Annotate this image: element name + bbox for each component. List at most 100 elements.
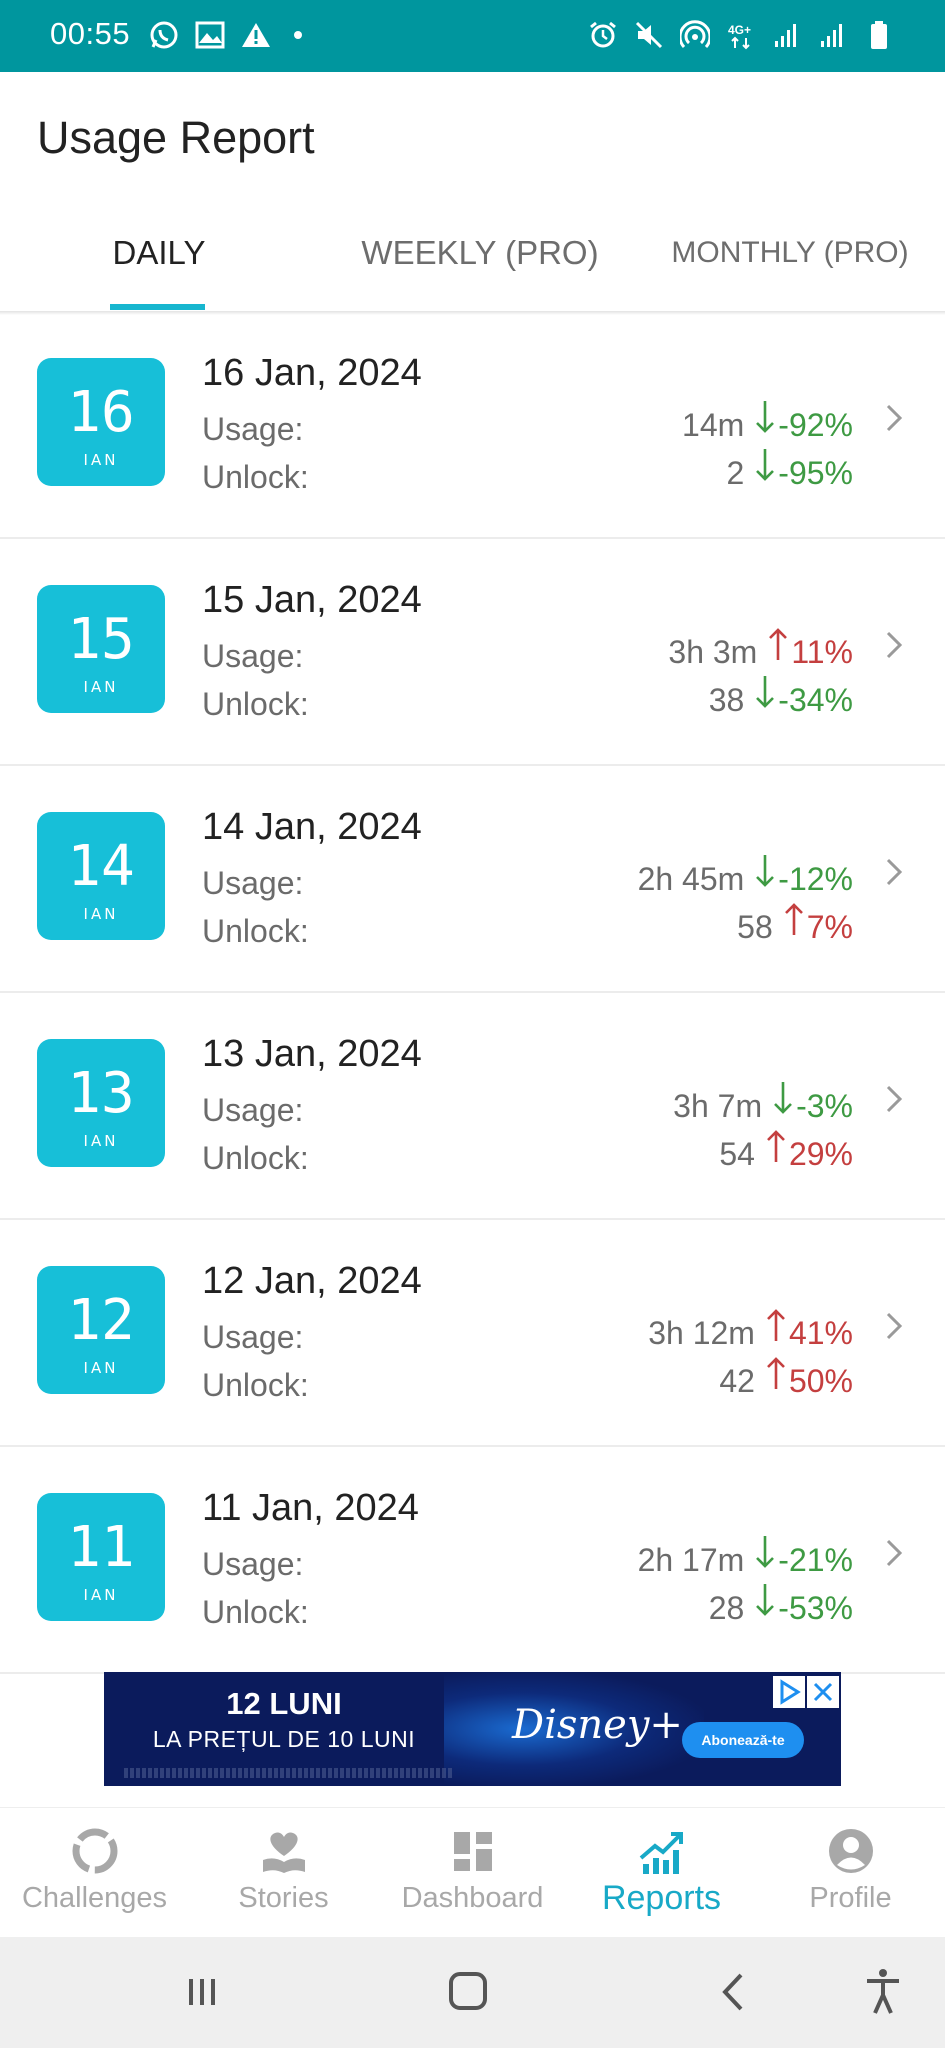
- stories-icon: [263, 1832, 305, 1873]
- usage-change: -92%: [778, 407, 853, 443]
- nav-profile[interactable]: Profile: [756, 1808, 945, 1938]
- arrow-up-icon: [767, 1309, 785, 1341]
- unlock-stat: 58 7%: [737, 903, 853, 946]
- badge-month: IAN: [83, 905, 119, 923]
- report-row[interactable]: 11 IAN 11 Jan, 2024 Usage: Unlock: 2h 17m -21%…: [0, 1447, 945, 1674]
- badge-day: 16: [67, 380, 135, 445]
- usage-label: Usage:: [202, 1319, 304, 1355]
- ad-banner[interactable]: 12 LUNI LA PREȚUL DE 10 LUNI Disney+ Abo…: [104, 1672, 841, 1786]
- svg-text:4G+: 4G+: [728, 23, 751, 37]
- nav-label: Profile: [809, 1882, 892, 1914]
- dashboard-icon: [454, 1832, 492, 1871]
- unlock-stat: 38 -34%: [709, 676, 853, 719]
- usage-change: -3%: [796, 1088, 853, 1124]
- chevron-right-icon[interactable]: [883, 854, 905, 890]
- nav-challenges[interactable]: Challenges: [0, 1808, 189, 1938]
- status-bar: 00:55 4G+: [0, 0, 945, 72]
- recent-apps-icon[interactable]: [172, 1967, 232, 2017]
- badge-day: 15: [67, 607, 135, 672]
- date-badge: 11 IAN: [37, 1493, 165, 1621]
- unlock-change: 50%: [788, 1363, 853, 1399]
- arrow-up-icon: [767, 1357, 785, 1389]
- nav-label: Reports: [601, 1879, 722, 1917]
- usage-stat: 3h 7m -3%: [673, 1082, 853, 1125]
- report-row[interactable]: 14 IAN 14 Jan, 2024 Usage: Unlock: 2h 45m -12%…: [0, 766, 945, 993]
- report-date: 11 Jan, 2024: [202, 1487, 419, 1529]
- usage-label: Usage:: [202, 411, 304, 447]
- nav-stories[interactable]: Stories: [189, 1808, 378, 1938]
- chevron-right-icon[interactable]: [883, 1308, 905, 1344]
- system-navigation-bar: [0, 1937, 945, 2048]
- unlock-change: -34%: [778, 682, 853, 718]
- report-date: 15 Jan, 2024: [202, 579, 422, 621]
- arrow-up-icon: [784, 903, 803, 935]
- report-date: 14 Jan, 2024: [202, 806, 422, 848]
- unlock-change: 29%: [788, 1136, 853, 1172]
- usage-value: 3h 3m: [668, 634, 758, 670]
- report-row[interactable]: 15 IAN 15 Jan, 2024 Usage: Unlock: 3h 3m 11% 38…: [0, 539, 945, 766]
- chevron-right-icon[interactable]: [883, 627, 905, 663]
- ad-brand-logo: Disney+: [512, 1702, 683, 1748]
- alarm-icon: [587, 18, 619, 52]
- report-date: 16 Jan, 2024: [202, 352, 422, 394]
- arrow-up-icon: [767, 1130, 785, 1162]
- status-time: 00:55: [50, 16, 131, 51]
- usage-change: -12%: [778, 861, 853, 897]
- usage-value: 2h 17m: [637, 1542, 745, 1578]
- badge-day: 11: [67, 1515, 135, 1580]
- tab-weekly[interactable]: WEEKLY (PRO): [330, 234, 630, 272]
- arrow-down-icon: [756, 1584, 775, 1616]
- chevron-right-icon[interactable]: [883, 1081, 905, 1117]
- nav-dashboard[interactable]: Dashboard: [378, 1808, 567, 1938]
- report-row[interactable]: 12 IAN 12 Jan, 2024 Usage: Unlock: 3h 12m 41% 4…: [0, 1220, 945, 1447]
- usage-change: 41%: [788, 1315, 853, 1351]
- usage-stat: 2h 17m -21%: [637, 1536, 853, 1579]
- chevron-right-icon[interactable]: [883, 1535, 905, 1571]
- ad-cta-button[interactable]: Abonează-te: [682, 1722, 804, 1758]
- usage-value: 14m: [682, 407, 745, 443]
- adchoices-icon[interactable]: [773, 1676, 805, 1708]
- hotspot-icon: [679, 18, 711, 52]
- usage-label: Usage:: [202, 638, 304, 674]
- usage-stat: 14m -92%: [682, 401, 853, 444]
- unlock-label: Unlock:: [202, 1140, 309, 1176]
- unlock-label: Unlock:: [202, 686, 309, 722]
- signal-icon: [817, 18, 849, 52]
- badge-day: 13: [67, 1061, 135, 1126]
- tab-monthly[interactable]: MONTHLY (PRO): [660, 236, 920, 270]
- challenges-icon: [72, 1828, 118, 1874]
- back-icon[interactable]: [703, 1967, 763, 2017]
- badge-month: IAN: [83, 1359, 119, 1377]
- date-badge: 15 IAN: [37, 585, 165, 713]
- report-row[interactable]: 16 IAN 16 Jan, 2024 Usage: Unlock: 14m -92% 2 -9…: [0, 312, 945, 539]
- whatsapp-icon: [148, 18, 180, 52]
- unlock-label: Unlock:: [202, 1367, 309, 1403]
- warning-icon: [240, 18, 272, 52]
- arrow-down-icon: [774, 1082, 793, 1114]
- badge-day: 14: [67, 834, 135, 899]
- ad-subheadline: LA PREȚUL DE 10 LUNI: [152, 1726, 416, 1752]
- nav-reports[interactable]: Reports: [567, 1808, 756, 1938]
- arrow-down-icon: [756, 676, 775, 708]
- chevron-right-icon[interactable]: [883, 400, 905, 436]
- arrow-down-icon: [756, 1536, 775, 1568]
- usage-value: 3h 7m: [673, 1088, 763, 1124]
- usage-stat: 3h 3m 11%: [668, 628, 853, 671]
- tab-daily[interactable]: DAILY: [110, 234, 208, 272]
- page-title: Usage Report: [37, 112, 315, 163]
- report-date: 12 Jan, 2024: [202, 1260, 422, 1302]
- usage-label: Usage:: [202, 1092, 304, 1128]
- accessibility-icon[interactable]: [853, 1967, 913, 2017]
- usage-stat: 2h 45m -12%: [638, 855, 853, 898]
- unlock-value: 54: [719, 1136, 755, 1172]
- ad-close-icon[interactable]: [807, 1676, 839, 1708]
- home-icon[interactable]: [438, 1967, 498, 2017]
- report-row[interactable]: 13 IAN 13 Jan, 2024 Usage: Unlock: 3h 7m -3% 54…: [0, 993, 945, 1220]
- unlock-label: Unlock:: [202, 913, 309, 949]
- badge-month: IAN: [83, 451, 119, 469]
- unlock-value: 58: [737, 909, 773, 945]
- unlock-value: 42: [719, 1363, 755, 1399]
- ad-headline: 12 LUNI: [226, 1686, 342, 1721]
- unlock-stat: 54 29%: [719, 1130, 853, 1173]
- usage-stat: 3h 12m 41%: [648, 1309, 853, 1352]
